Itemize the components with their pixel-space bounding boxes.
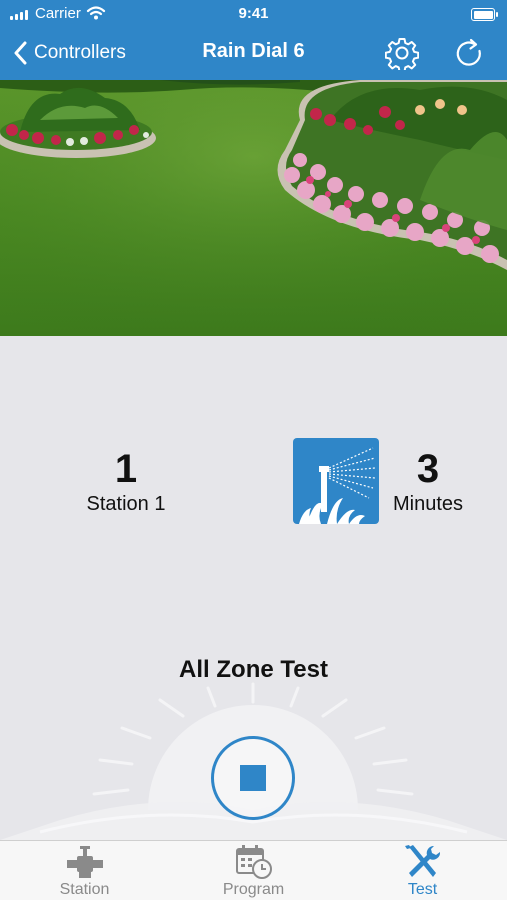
tab-test[interactable]: Test [338,841,507,900]
station-name: Station 1 [86,493,166,515]
stop-icon [240,765,266,791]
tab-station-label: Station [59,881,110,898]
tab-program-label: Program [222,881,285,898]
refresh-icon [456,38,481,66]
chevron-left-icon [14,41,27,65]
tab-test-label: Test [407,881,438,898]
app-screen: Carrier 9:41 Controllers Rain Dial 6 1 S… [0,0,507,900]
back-button[interactable]: Controllers [14,36,126,70]
navigation-bar: Carrier 9:41 Controllers Rain Dial 6 [0,0,507,80]
tab-station[interactable]: Station [0,841,169,900]
tab-bar: Station Program Test [0,840,507,900]
garden-photo [0,80,507,336]
back-label: Controllers [34,42,126,63]
calendar-clock-icon [235,845,272,879]
stop-button[interactable] [211,736,295,820]
tools-icon [404,845,440,877]
duration-unit: Minutes [392,493,464,515]
sprinkler-icon [299,447,376,524]
refresh-button[interactable] [450,34,488,72]
page-title: Rain Dial 6 [202,40,305,62]
station-number: 1 [114,447,138,491]
battery-icon [471,8,498,21]
sprinkler-button[interactable] [293,438,379,524]
settings-button[interactable] [383,34,421,72]
tab-program[interactable]: Program [169,841,338,900]
duration-selector[interactable]: 3 Minutes [380,447,476,517]
gear-icon [385,38,419,70]
valve-icon [66,846,103,878]
station-selector[interactable]: 1 Station 1 [66,447,186,517]
clock: 9:41 [238,5,269,22]
status-bar: Carrier 9:41 [0,0,507,28]
duration-value: 3 [416,447,440,491]
